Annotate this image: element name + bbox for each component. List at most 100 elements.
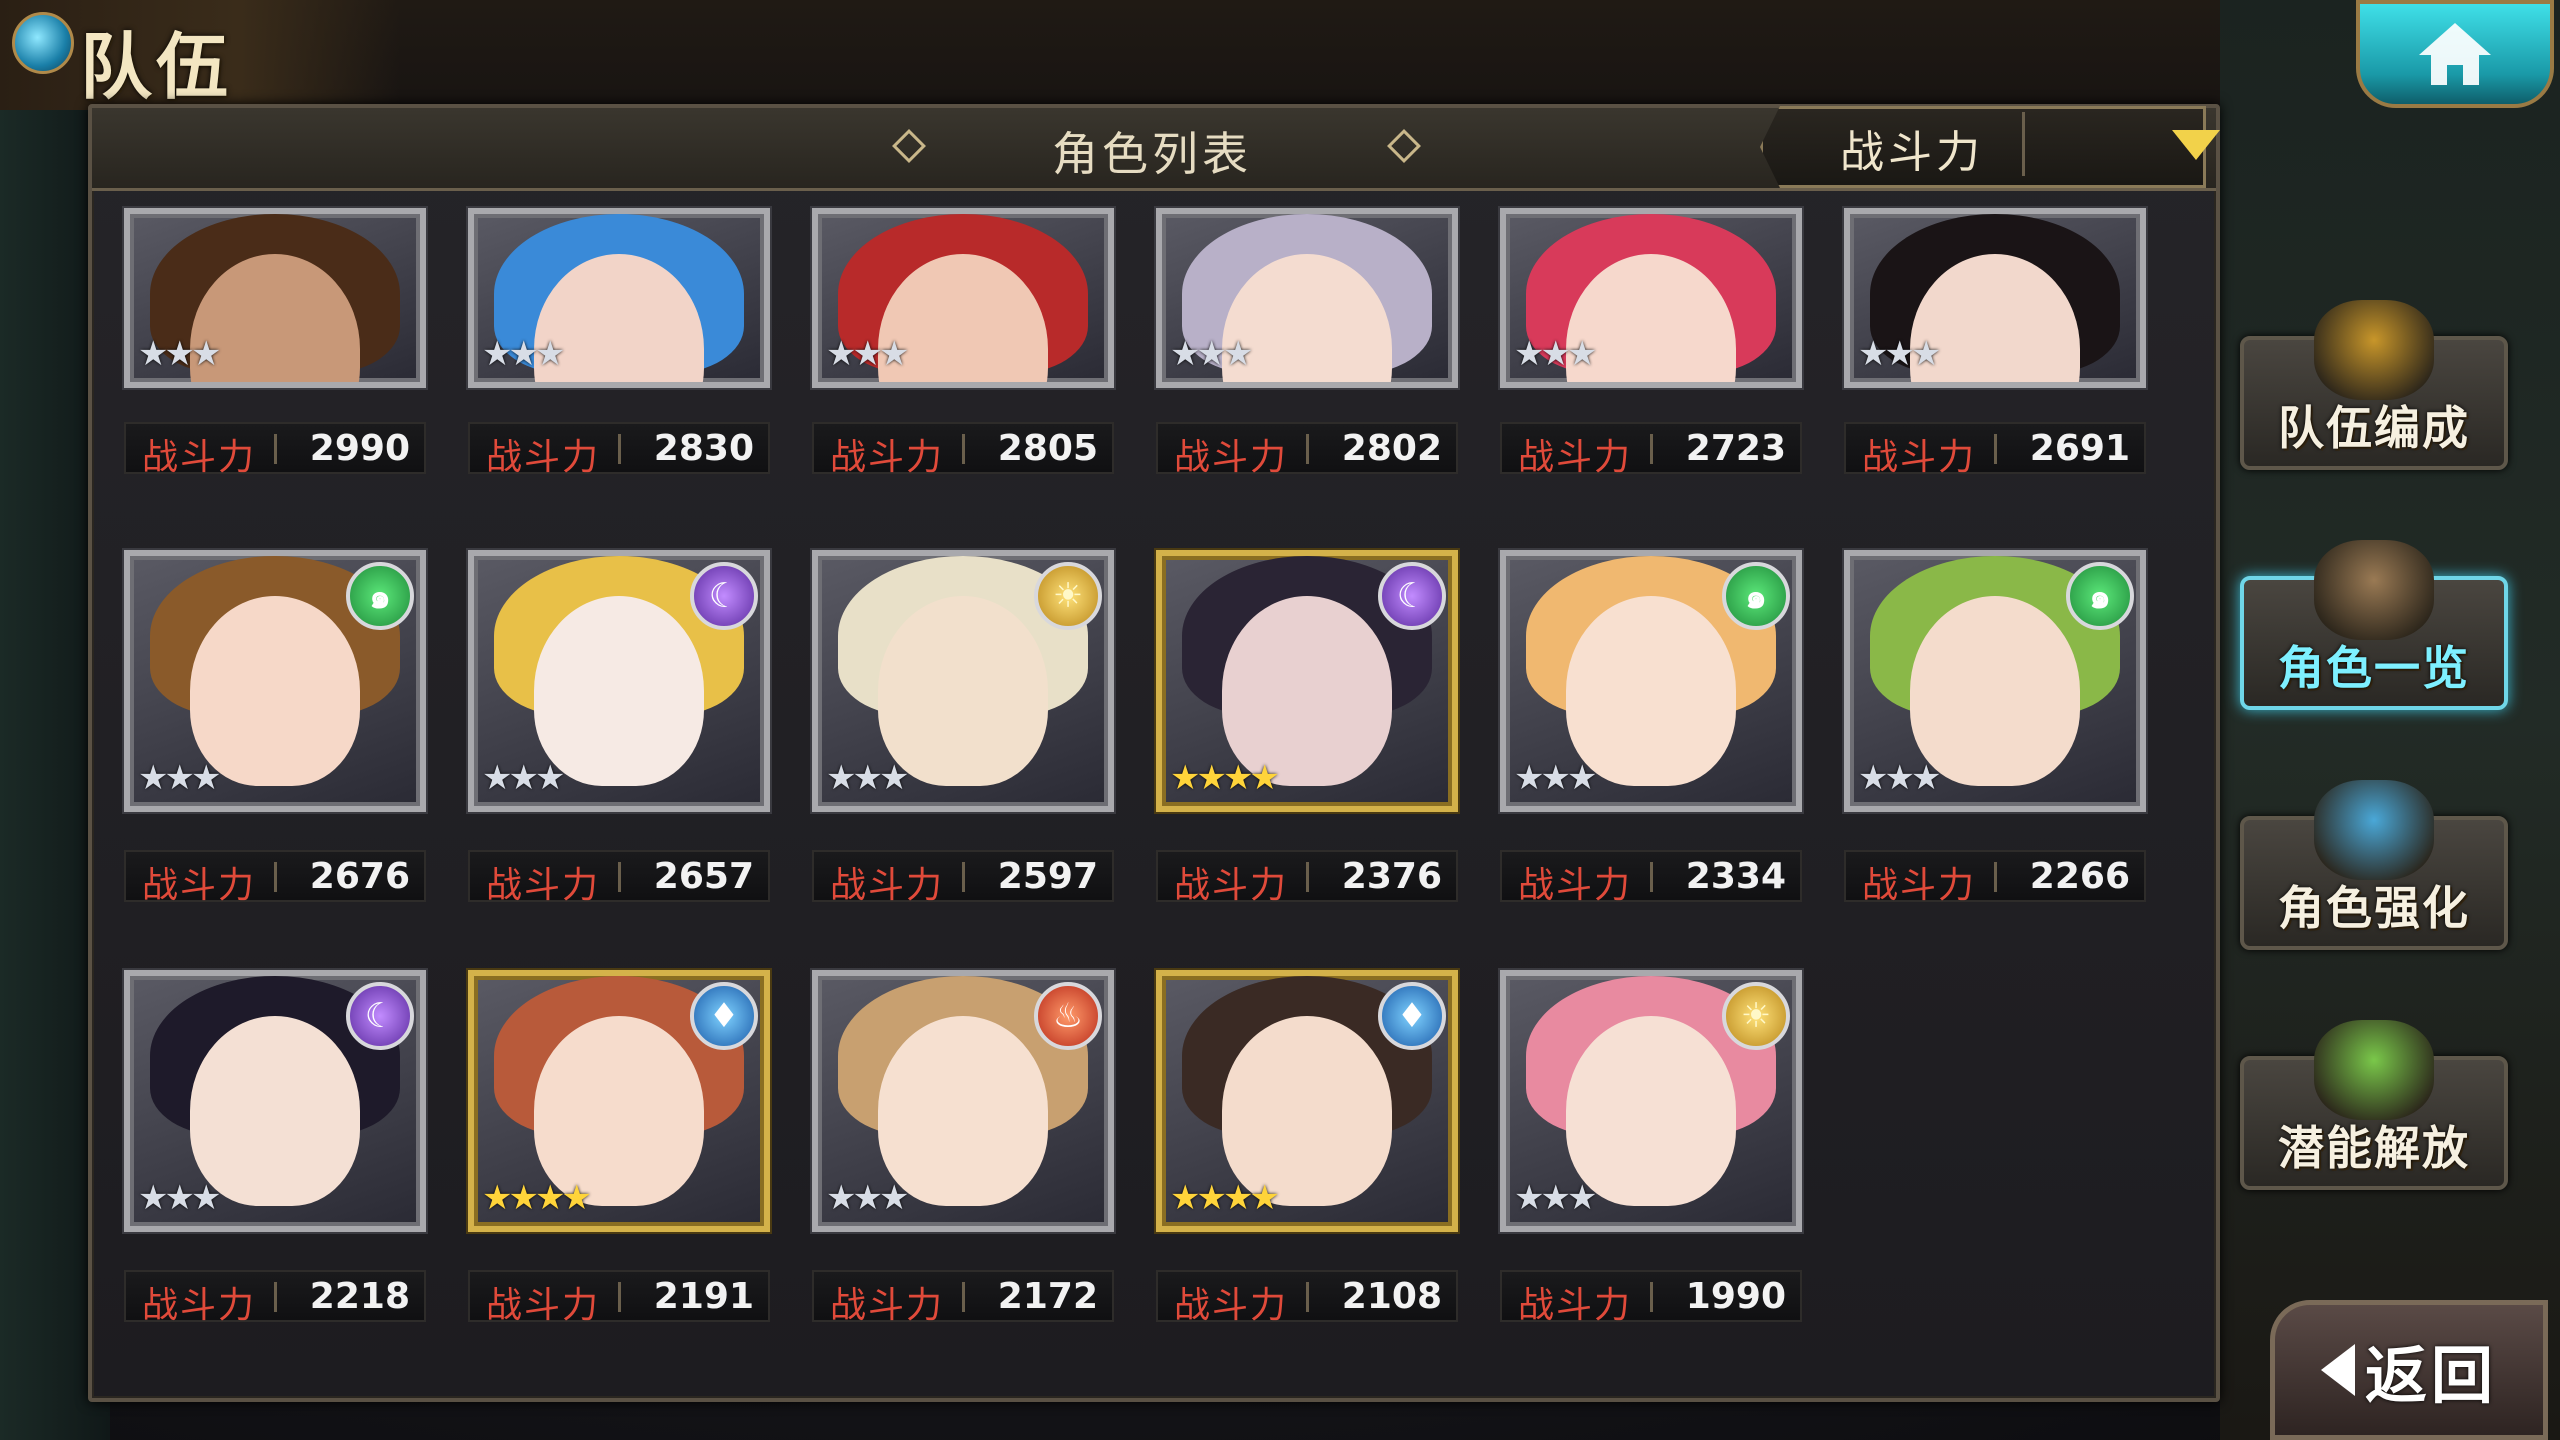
character-portrait[interactable]: ★★★★ ☾ — [1156, 550, 1458, 812]
power-label: 战斗力 — [486, 1285, 601, 1326]
power-bar: 战斗力 2172 — [812, 1270, 1114, 1326]
sun-element-icon: ☀ — [1722, 982, 1790, 1050]
purple-element-icon: ☾ — [690, 562, 758, 630]
character-portrait[interactable]: ★★★ — [468, 208, 770, 388]
power-value: 2676 — [309, 856, 410, 897]
character-portrait[interactable]: ★★★ — [124, 208, 426, 388]
power-bar: 战斗力 2597 — [812, 850, 1114, 906]
rarity-stars: ★★★★ — [1170, 758, 1280, 798]
rarity-stars: ★★★ — [1858, 758, 1941, 798]
character-portrait[interactable]: ★★★ ☾ — [468, 550, 770, 812]
rarity-stars: ★★★ — [1858, 334, 1941, 374]
power-value: 2802 — [1341, 428, 1442, 469]
power-separator — [1650, 862, 1653, 892]
power-label: 战斗力 — [1862, 437, 1977, 478]
diamond-ornament-icon — [1387, 129, 1421, 163]
power-value: 2108 — [1341, 1276, 1442, 1317]
character-portrait[interactable]: ★★★ ♨ — [812, 970, 1114, 1232]
character-portrait[interactable]: ★★★ — [1500, 208, 1802, 388]
power-bar: 战斗力 2266 — [1844, 850, 2146, 906]
power-bar: 战斗力 2334 — [1500, 850, 1802, 906]
power-value: 2191 — [653, 1276, 754, 1317]
open-book-icon — [2314, 540, 2434, 640]
sort-label: 战斗力 — [1840, 127, 1984, 178]
side-menu-label: 角色强化 — [2278, 881, 2470, 935]
power-value: 2376 — [1341, 856, 1442, 897]
enhance-crystal-icon — [2314, 780, 2434, 880]
diamond-ornament-icon — [892, 129, 926, 163]
power-value: 2334 — [1685, 856, 1786, 897]
character-portrait[interactable]: ★★★★ ♦ — [1156, 970, 1458, 1232]
back-arrow-icon — [2320, 1344, 2355, 1396]
power-label: 战斗力 — [830, 437, 945, 478]
power-value: 2266 — [2029, 856, 2130, 897]
dropdown-triangle-icon[interactable] — [2172, 130, 2220, 160]
power-value: 2172 — [997, 1276, 1098, 1317]
character-portrait[interactable]: ★★★ — [812, 208, 1114, 388]
rarity-stars: ★★★ — [138, 758, 221, 798]
rarity-stars: ★★★ — [482, 334, 565, 374]
power-label: 战斗力 — [1518, 1285, 1633, 1326]
power-value: 1990 — [1685, 1276, 1786, 1317]
power-bar: 战斗力 1990 — [1500, 1270, 1802, 1326]
power-separator — [1650, 434, 1653, 464]
power-label: 战斗力 — [1518, 865, 1633, 906]
side-menu-button[interactable]: 队伍编成 — [2240, 300, 2508, 470]
power-separator — [962, 434, 965, 464]
power-separator — [274, 862, 277, 892]
rarity-stars: ★★★★ — [1170, 1178, 1280, 1218]
side-menu-label: 角色一览 — [2278, 641, 2470, 695]
power-bar: 战斗力 2376 — [1156, 850, 1458, 906]
character-portrait[interactable]: ★★★ — [1156, 208, 1458, 388]
potential-orb-icon — [2314, 1020, 2434, 1120]
power-separator — [962, 862, 965, 892]
side-menu-button[interactable]: 角色一览 — [2240, 540, 2508, 710]
home-button[interactable] — [2356, 0, 2554, 108]
power-label: 战斗力 — [1518, 437, 1633, 478]
power-separator — [1994, 434, 1997, 464]
power-label: 战斗力 — [486, 437, 601, 478]
green-element-icon: ๑ — [2066, 562, 2134, 630]
side-menu-label: 队伍编成 — [2278, 401, 2470, 455]
power-label: 战斗力 — [830, 1285, 945, 1326]
power-label: 战斗力 — [142, 437, 257, 478]
power-separator — [962, 1282, 965, 1312]
power-value: 2805 — [997, 428, 1098, 469]
power-bar: 战斗力 2691 — [1844, 422, 2146, 478]
rarity-stars: ★★★ — [826, 758, 909, 798]
power-value: 2830 — [653, 428, 754, 469]
page-title: 队伍 — [80, 25, 233, 109]
character-portrait[interactable]: ★★★ ☀ — [812, 550, 1114, 812]
power-label: 战斗力 — [142, 1285, 257, 1326]
power-label: 战斗力 — [486, 865, 601, 906]
power-separator — [618, 1282, 621, 1312]
rarity-stars: ★★★ — [826, 1178, 909, 1218]
back-label: 返回 — [2364, 1339, 2497, 1412]
title-banner: 队伍 — [0, 0, 400, 110]
power-label: 战斗力 — [1862, 865, 1977, 906]
character-portrait[interactable]: ★★★★ ♦ — [468, 970, 770, 1232]
power-separator — [274, 1282, 277, 1312]
side-menu-button[interactable]: 潜能解放 — [2240, 1020, 2508, 1190]
water-element-icon: ♦ — [1378, 982, 1446, 1050]
power-label: 战斗力 — [1174, 865, 1289, 906]
gem-icon — [12, 12, 74, 74]
power-value: 2597 — [997, 856, 1098, 897]
right-scenery — [2220, 0, 2560, 1440]
power-value: 2657 — [653, 856, 754, 897]
character-portrait[interactable]: ★★★ ☀ — [1500, 970, 1802, 1232]
power-separator — [1306, 1282, 1309, 1312]
character-portrait[interactable]: ★★★ ๑ — [1500, 550, 1802, 812]
character-portrait[interactable]: ★★★ ๑ — [1844, 550, 2146, 812]
power-value: 2723 — [1685, 428, 1786, 469]
character-portrait[interactable]: ★★★ ๑ — [124, 550, 426, 812]
water-element-icon: ♦ — [690, 982, 758, 1050]
side-menu-button[interactable]: 角色强化 — [2240, 780, 2508, 950]
power-bar: 战斗力 2676 — [124, 850, 426, 906]
rarity-stars: ★★★ — [1514, 1178, 1597, 1218]
sun-element-icon: ☀ — [1034, 562, 1102, 630]
back-button[interactable]: 返回 — [2270, 1300, 2548, 1440]
character-portrait[interactable]: ★★★ ☾ — [124, 970, 426, 1232]
power-bar: 战斗力 2218 — [124, 1270, 426, 1326]
character-portrait[interactable]: ★★★ — [1844, 208, 2146, 388]
